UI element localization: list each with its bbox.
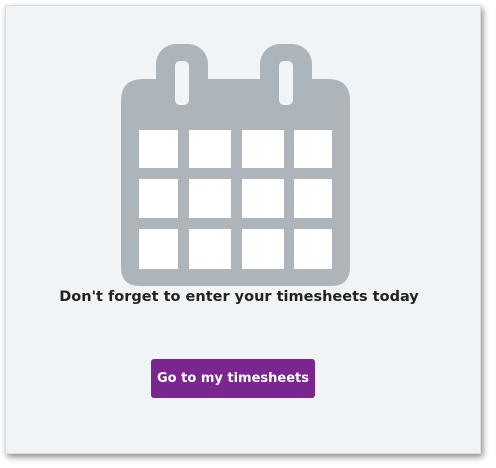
reminder-message: Don't forget to enter your timesheets to… bbox=[59, 289, 419, 305]
calendar-icon bbox=[121, 44, 350, 286]
timesheet-reminder-card: Don't forget to enter your timesheets to… bbox=[5, 5, 481, 454]
go-to-timesheets-button[interactable]: Go to my timesheets bbox=[151, 359, 315, 398]
